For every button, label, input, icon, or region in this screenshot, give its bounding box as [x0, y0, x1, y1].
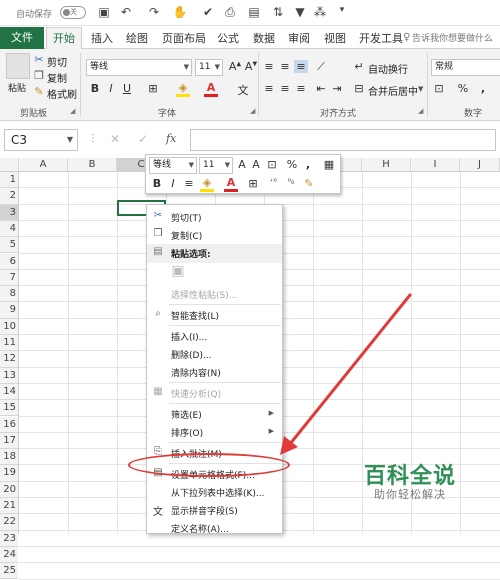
row-header[interactable]: 25 [0, 563, 18, 580]
row-header[interactable]: 24 [0, 546, 18, 564]
watermark: 百科全说 助你轻松解决 [340, 456, 500, 516]
annotation-ellipse [128, 453, 290, 477]
watermark-subtitle: 助你轻松解决 [374, 488, 446, 501]
